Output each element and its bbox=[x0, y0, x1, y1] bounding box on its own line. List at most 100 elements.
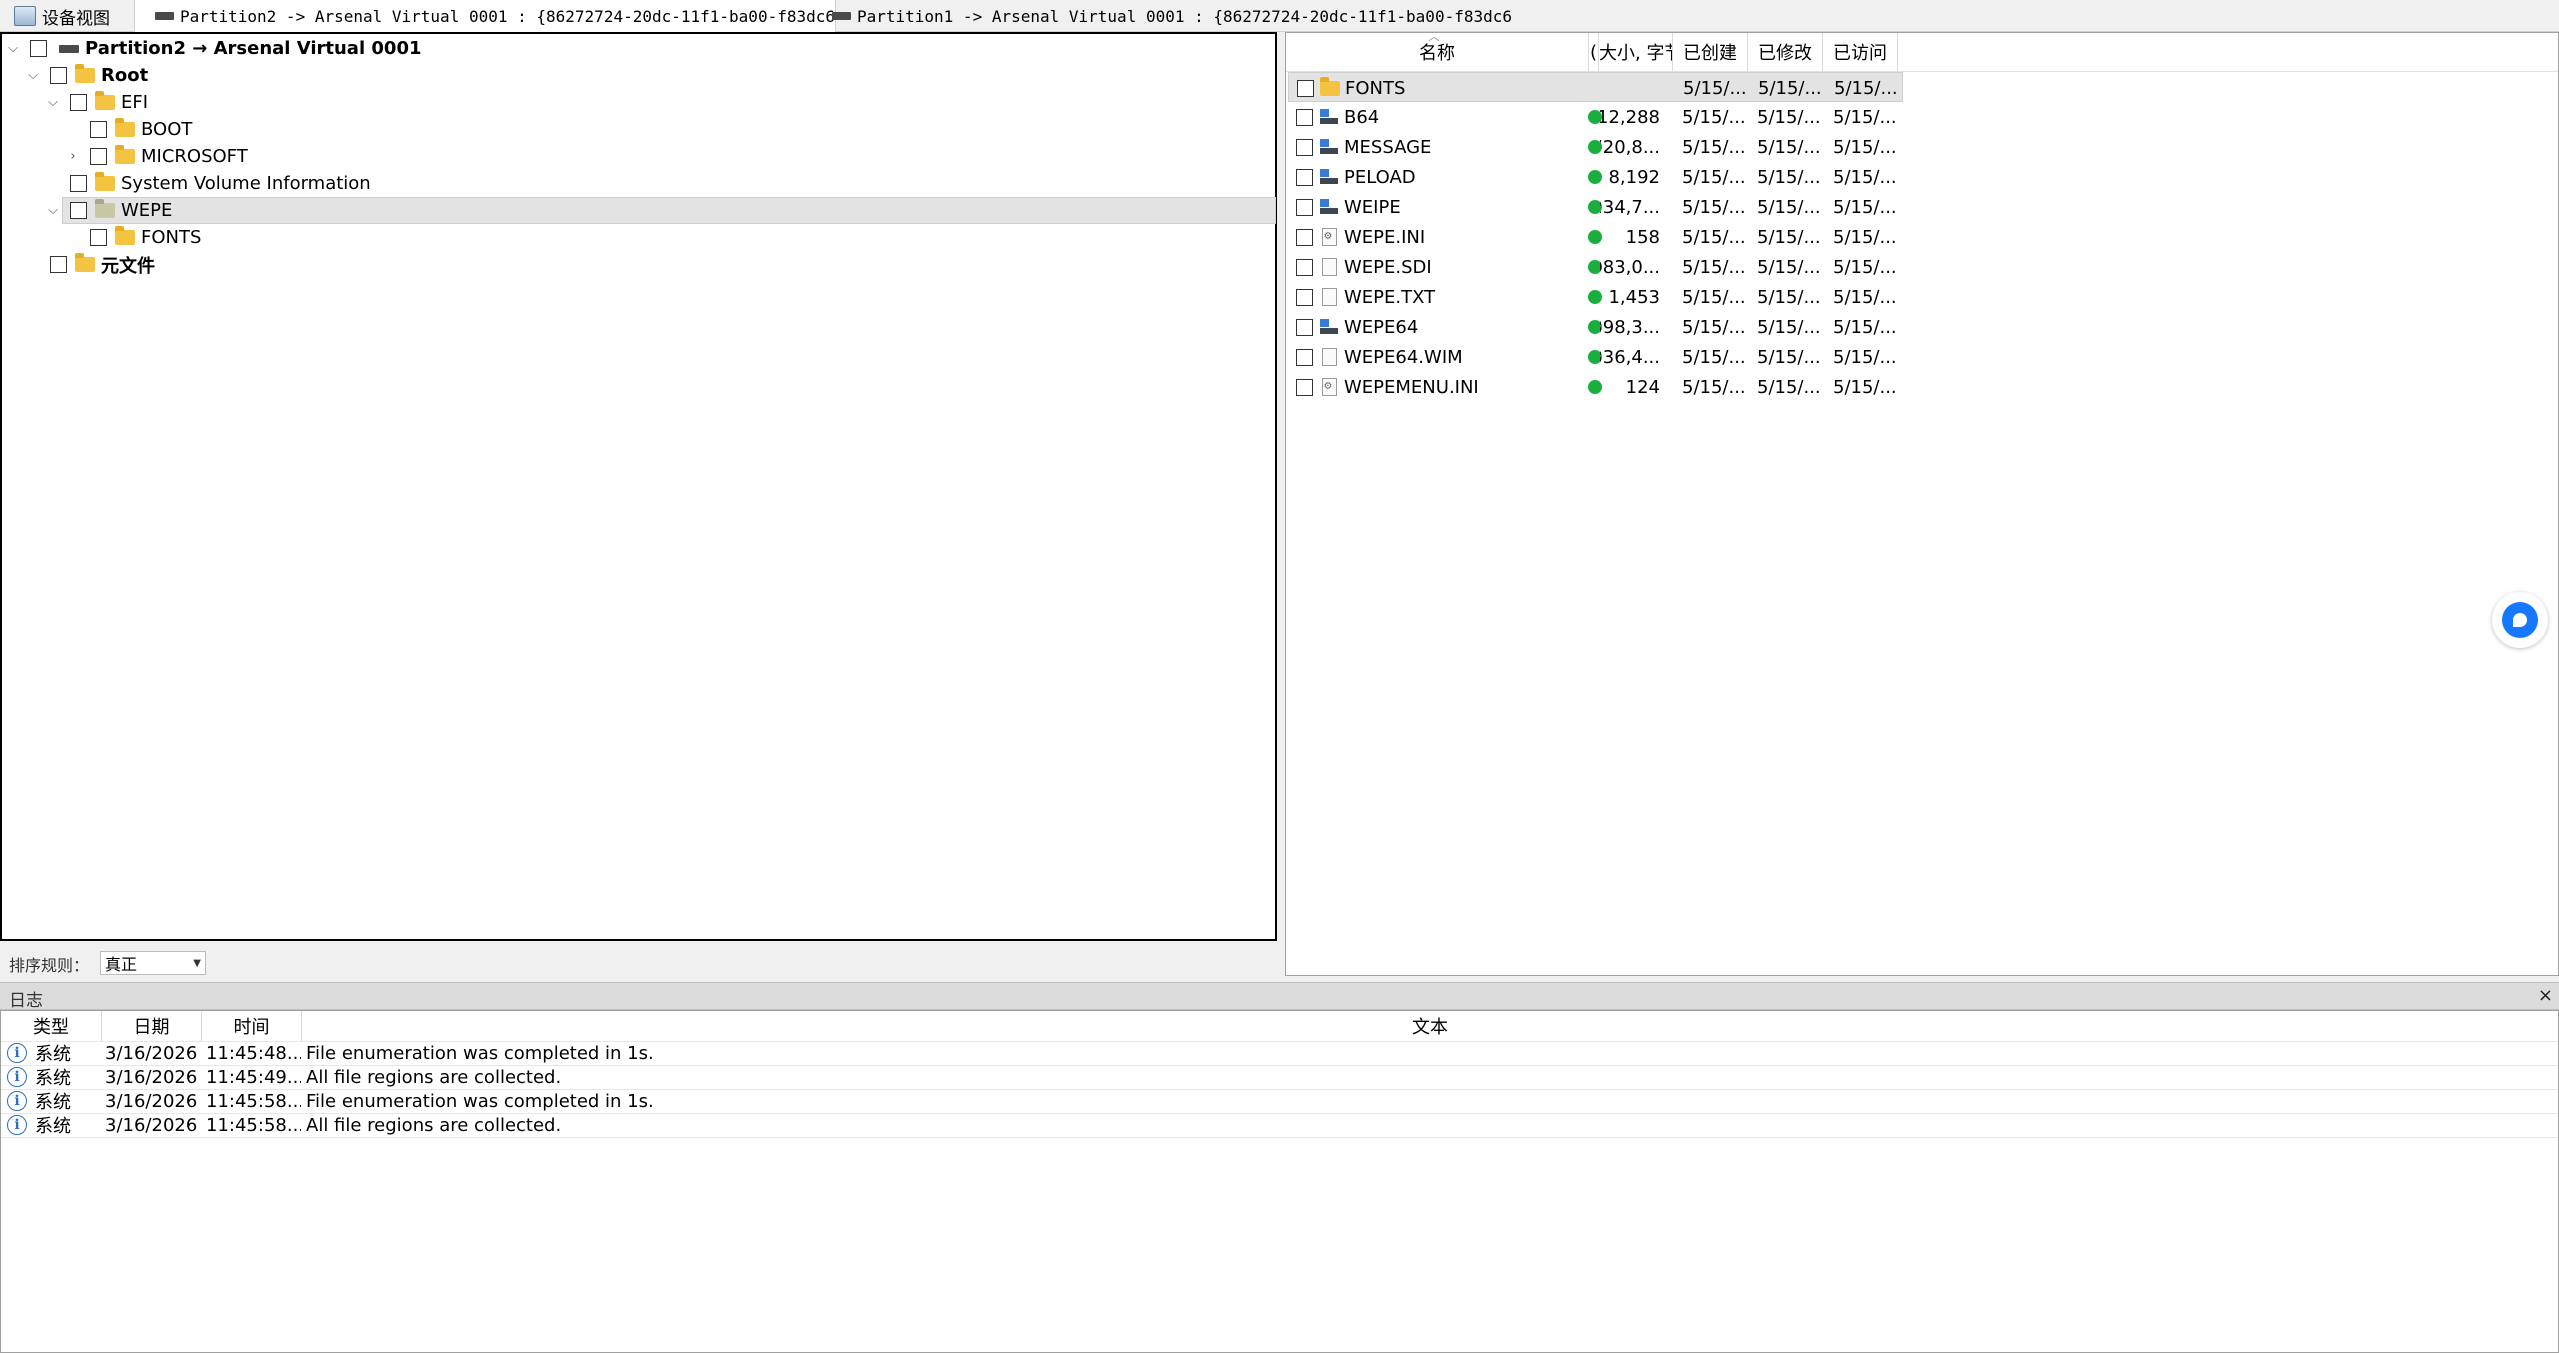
file-row[interactable]: MESSAGE 720,8... 5/15/... 5/15/... 5/15/... bbox=[1288, 132, 1903, 162]
tree-node-label: Root bbox=[101, 65, 149, 86]
column-header-created[interactable]: 已创建 bbox=[1673, 33, 1748, 71]
file-row[interactable]: WEPE.INI 158 5/15/... 5/15/... 5/15/... bbox=[1288, 222, 1903, 252]
sort-rule-select[interactable]: 真正 ▼ bbox=[100, 951, 206, 975]
checkbox[interactable] bbox=[90, 121, 107, 138]
file-size: 398,3... bbox=[1600, 316, 1660, 338]
file-row[interactable]: WEPE.SDI 983,0... 5/15/... 5/15/... 5/15/... bbox=[1288, 252, 1903, 282]
log-date: 3/16/2026 bbox=[105, 1090, 198, 1112]
file-row[interactable]: WEPE64 398,3... 5/15/... 5/15/... 5/15/... bbox=[1288, 312, 1903, 342]
folder-icon bbox=[1320, 76, 1340, 96]
log-row[interactable]: i 系统 3/16/2026 11:45:49... All file regions … bbox=[1, 1065, 2558, 1090]
file-created: 5/15/... bbox=[1682, 316, 1746, 338]
tree-node-boot[interactable]: BOOT bbox=[66, 116, 192, 143]
checkbox[interactable] bbox=[1296, 198, 1313, 216]
file-size: 158 bbox=[1625, 226, 1660, 248]
tree-node-label: WEPE bbox=[121, 200, 173, 221]
log-row[interactable]: i 系统 3/16/2026 11:45:58... All file regions … bbox=[1, 1113, 2558, 1138]
checkbox[interactable] bbox=[1296, 378, 1313, 396]
checkbox[interactable] bbox=[70, 175, 87, 192]
file-name: WEPEMENU.INI bbox=[1344, 376, 1479, 398]
checkbox[interactable] bbox=[70, 94, 87, 111]
log-column-text[interactable]: 文本 bbox=[302, 1011, 2558, 1041]
checkbox[interactable] bbox=[1296, 228, 1313, 246]
file-row[interactable]: WEPE.TXT 1,453 5/15/... 5/15/... 5/15/... bbox=[1288, 282, 1903, 312]
chevron-down-icon[interactable]: ⌵ bbox=[6, 41, 20, 56]
tree-node-efi[interactable]: ⌵ EFI bbox=[46, 89, 148, 116]
checkbox[interactable] bbox=[90, 229, 107, 246]
file-accessed: 5/15/... bbox=[1833, 136, 1897, 158]
log-column-time[interactable]: 时间 bbox=[202, 1011, 302, 1041]
file-row[interactable]: FONTS 5/15/... 5/15/... 5/15/... bbox=[1288, 72, 1903, 102]
info-icon: i bbox=[7, 1115, 27, 1135]
tab-partition1[interactable]: Partition1 -> Arsenal Virtual 0001 : {86… bbox=[818, 0, 1512, 32]
checkbox[interactable] bbox=[1296, 318, 1313, 336]
tree-node-microsoft[interactable]: › MICROSOFT bbox=[66, 143, 248, 170]
file-row[interactable]: PELOAD 8,192 5/15/... 5/15/... 5/15/... bbox=[1288, 162, 1903, 192]
checkbox[interactable] bbox=[1297, 79, 1314, 97]
tab-partition2[interactable]: Partition2 -> Arsenal Virtual 0001 : {86… bbox=[134, 0, 836, 32]
file-name: WEPE.INI bbox=[1344, 226, 1426, 248]
log-text: File enumeration was completed in 1s. bbox=[306, 1042, 654, 1064]
checkbox[interactable] bbox=[1296, 138, 1313, 156]
folder-icon bbox=[75, 253, 95, 272]
folder-tree[interactable]: ⌵ Partition2 → Arsenal Virtual 0001 ⌵ Ro… bbox=[0, 32, 1277, 941]
tree-node-wepe[interactable]: ⌵ WEPE bbox=[2, 197, 1276, 224]
file-created: 5/15/... bbox=[1682, 256, 1746, 278]
file-size bbox=[1601, 73, 1661, 103]
column-header-modified[interactable]: 已修改 bbox=[1748, 33, 1823, 71]
tree-node-partition[interactable]: ⌵ Partition2 → Arsenal Virtual 0001 bbox=[6, 35, 421, 62]
log-row[interactable]: i 系统 3/16/2026 11:45:58... File enumeration … bbox=[1, 1089, 2558, 1114]
log-column-type[interactable]: 类型 bbox=[1, 1011, 102, 1041]
checkbox[interactable] bbox=[90, 148, 107, 165]
file-modified: 5/15/... bbox=[1757, 316, 1821, 338]
tree-node-root[interactable]: ⌵ Root bbox=[26, 62, 148, 89]
checkbox[interactable] bbox=[1296, 258, 1313, 276]
log-date: 3/16/2026 bbox=[105, 1042, 198, 1064]
checkbox[interactable] bbox=[50, 67, 67, 84]
chevron-right-icon[interactable]: › bbox=[66, 149, 80, 164]
checkbox[interactable] bbox=[1296, 288, 1313, 306]
column-header-name[interactable]: 名称 bbox=[1286, 33, 1589, 71]
log-row[interactable]: i 系统 3/16/2026 11:45:48... File enumeration … bbox=[1, 1041, 2558, 1066]
tree-node-fonts[interactable]: FONTS bbox=[66, 224, 201, 251]
tab-label: Partition2 -> Arsenal Virtual 0001 : {86… bbox=[179, 6, 835, 26]
file-name: WEPE.SDI bbox=[1344, 256, 1432, 278]
tree-node-metafiles[interactable]: 元文件 bbox=[26, 251, 155, 278]
log-time: 11:45:48... bbox=[206, 1042, 301, 1064]
file-row[interactable]: WEPEMENU.INI 124 5/15/... 5/15/... 5/15/... bbox=[1288, 372, 1903, 402]
tree-node-system-volume-information[interactable]: System Volume Information bbox=[46, 170, 371, 197]
file-row[interactable]: WEIPE 234,7... 5/15/... 5/15/... 5/15/... bbox=[1288, 192, 1903, 222]
assistant-bubble[interactable] bbox=[2492, 592, 2548, 648]
chat-icon bbox=[2502, 602, 2538, 638]
log-column-date[interactable]: 日期 bbox=[102, 1011, 202, 1041]
tab-device-view[interactable]: 设备视图 bbox=[14, 0, 129, 32]
chevron-down-icon[interactable]: ⌵ bbox=[46, 203, 60, 218]
file-name: WEPE64 bbox=[1344, 316, 1419, 338]
file-accessed: 5/15/... bbox=[1833, 286, 1897, 308]
chevron-down-icon[interactable]: ⌵ bbox=[26, 68, 40, 83]
checkbox[interactable] bbox=[1296, 348, 1313, 366]
column-header-accessed[interactable]: 已访问 bbox=[1823, 33, 1898, 71]
file-row[interactable]: B64 12,288 5/15/... 5/15/... 5/15/... bbox=[1288, 102, 1903, 132]
file-list[interactable]: ︿ 名称 ( 大小, 字节 已创建 已修改 已访问 FONTS 5/15/... 5… bbox=[1285, 31, 2559, 976]
file-created: 5/15/... bbox=[1682, 196, 1746, 218]
file-size: 1,453 bbox=[1608, 286, 1660, 308]
file-row[interactable]: WEPE64.WIM 336,4... 5/15/... 5/15/... 5/15/.… bbox=[1288, 342, 1903, 372]
file-modified: 5/15/... bbox=[1758, 77, 1822, 99]
sort-rule-value: 真正 bbox=[105, 955, 138, 974]
column-header-flag[interactable]: ( bbox=[1589, 33, 1599, 71]
folder-icon bbox=[75, 64, 95, 83]
log-table[interactable]: 类型 日期 时间 文本 i 系统 3/16/2026 11:45:48... File … bbox=[0, 1010, 2559, 1353]
close-icon[interactable]: × bbox=[2538, 985, 2553, 1006]
checkbox[interactable] bbox=[50, 256, 67, 273]
checkbox[interactable] bbox=[30, 40, 47, 57]
checkbox[interactable] bbox=[1296, 168, 1313, 186]
chevron-down-icon[interactable]: ⌵ bbox=[46, 95, 60, 110]
checkbox[interactable] bbox=[70, 202, 87, 219]
file-icon bbox=[1321, 258, 1337, 276]
column-header-size[interactable]: 大小, 字节 bbox=[1599, 33, 1673, 71]
executable-icon bbox=[1320, 139, 1338, 155]
checkbox[interactable] bbox=[1296, 108, 1313, 126]
